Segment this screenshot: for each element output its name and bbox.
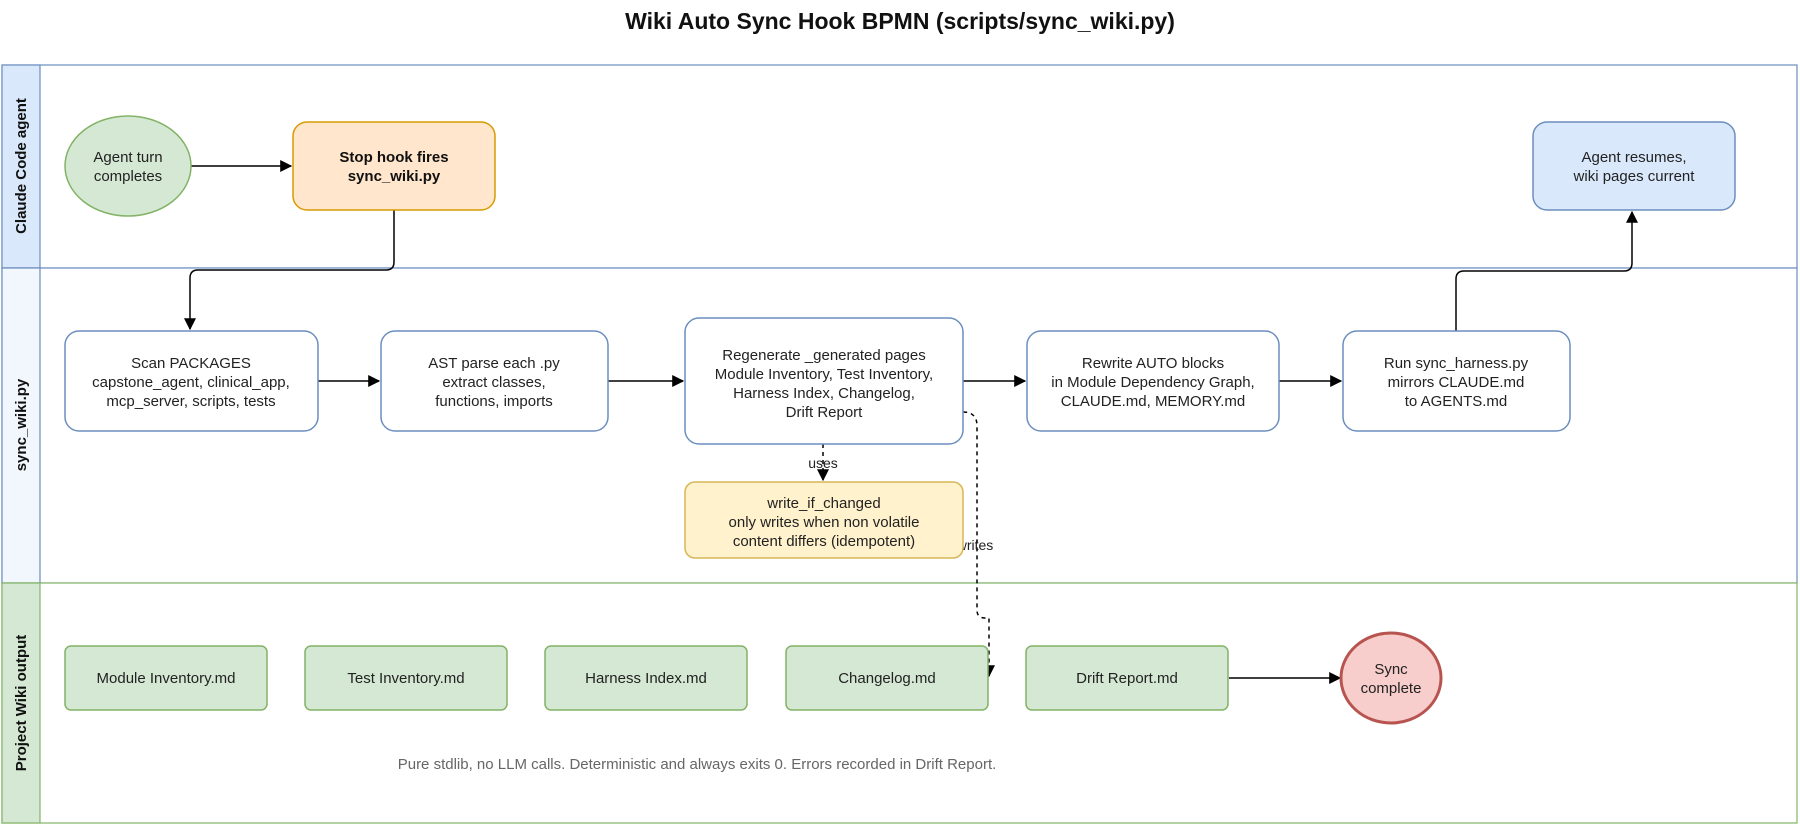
svg-text:AST parse each .pyextract clas: AST parse each .py extract classes, functi…	[428, 355, 560, 410]
svg-text:Run sync_harness.pymirrors CLA: Run sync_harness.py mirrors CLAUDE.md to A…	[1384, 355, 1529, 410]
data-module-inventory: Module Inventory.md	[64, 645, 268, 711]
data-changelog: Changelog.md	[785, 645, 989, 711]
task-scan-packages: Scan PACKAGES capstone_agent, clinical_ap…	[64, 330, 319, 432]
lane-label: Project Wiki output	[13, 635, 30, 772]
end-event-sync-complete: Sync complete	[1339, 631, 1443, 725]
task-run-sync-harness: Run sync_harness.py mirrors CLAUDE.md to A…	[1342, 330, 1571, 432]
svg-text:Drift Report.md: Drift Report.md	[1076, 670, 1178, 687]
annotation-write-if-changed: write_if_changed only writes when non vol…	[684, 481, 964, 559]
svg-text:Harness Index.md: Harness Index.md	[585, 670, 707, 687]
svg-text:Changelog.md: Changelog.md	[838, 670, 936, 687]
event-agent-turn-completes: Agent turn completes	[64, 115, 192, 217]
edge-label-uses: uses	[808, 455, 838, 471]
lane-label: Claude Code agent	[13, 98, 30, 234]
task-ast-parse: AST parse each .py extract classes, functi…	[380, 330, 609, 432]
footnote: Pure stdlib, no LLM calls. Deterministic…	[398, 756, 997, 773]
lane-label: sync_wiki.py	[13, 378, 30, 471]
task-stop-hook-fires: Stop hook fires sync_wiki.py	[292, 121, 496, 211]
data-test-inventory: Test Inventory.md	[304, 645, 508, 711]
svg-text:Test Inventory.md: Test Inventory.md	[347, 670, 464, 687]
task-rewrite-auto-blocks: Rewrite AUTO blocks in Module Dependency …	[1026, 330, 1280, 432]
svg-text:Module Inventory.md: Module Inventory.md	[97, 670, 236, 687]
diagram-title: Wiki Auto Sync Hook BPMN (scripts/sync_w…	[625, 8, 1175, 34]
data-harness-index: Harness Index.md	[544, 645, 748, 711]
task-regenerate-pages: Regenerate _generated pages Module Invent…	[684, 317, 964, 445]
bpmn-diagram: Wiki Auto Sync Hook BPMN (scripts/sync_w…	[1, 8, 1798, 824]
data-drift-report: Drift Report.md	[1025, 645, 1229, 711]
task-agent-resumes: Agent resumes, wiki pages current	[1532, 121, 1736, 211]
